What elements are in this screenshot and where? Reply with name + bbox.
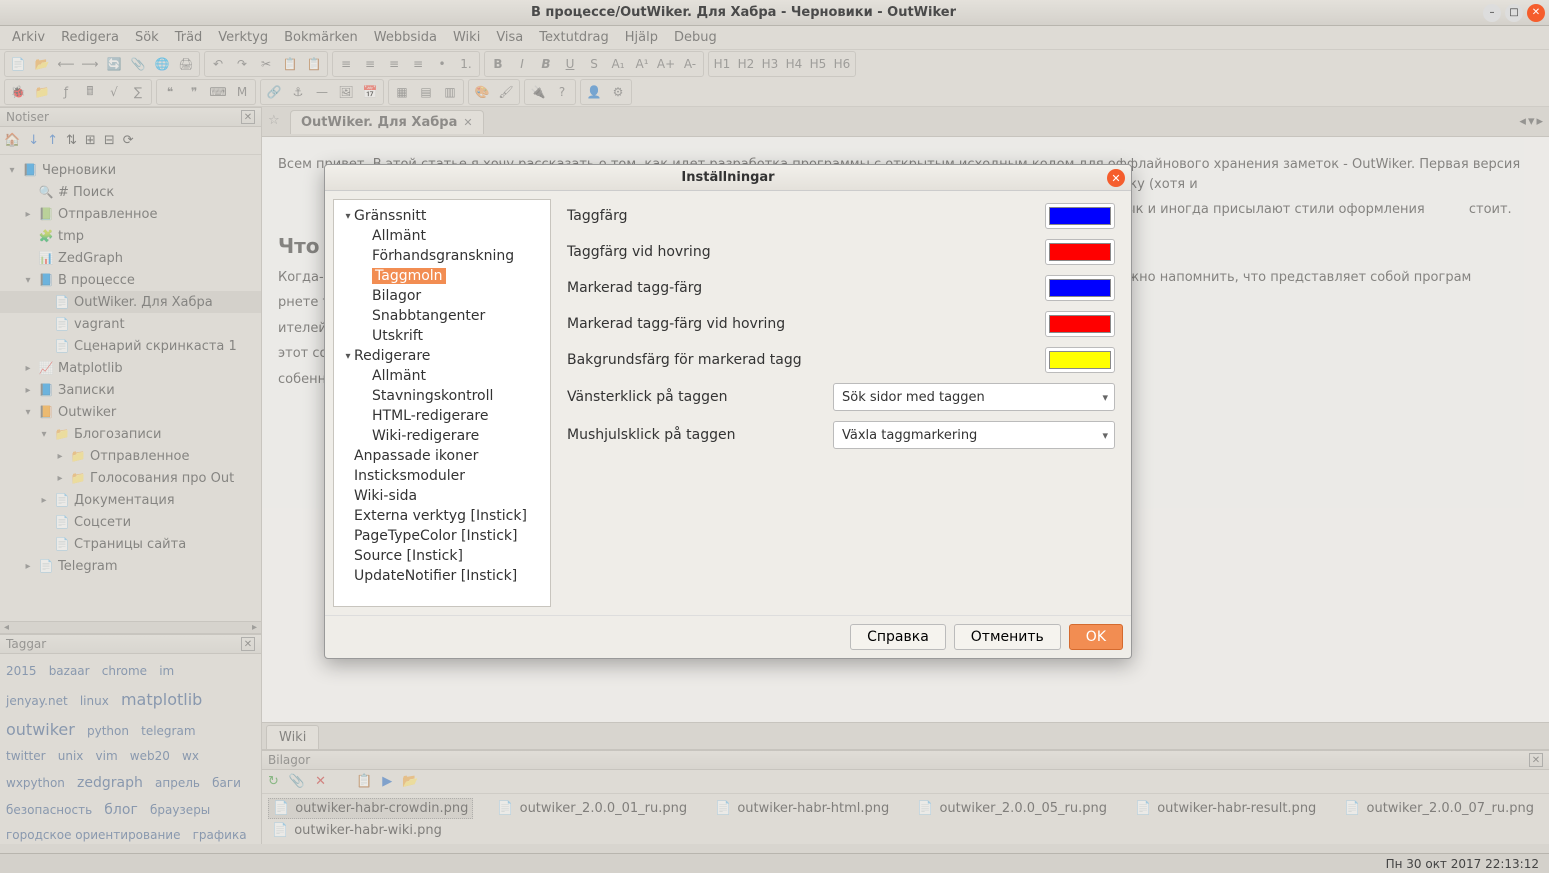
settings-dialog: Inställningar ✕ ▾GränssnittAllmäntFörhan…	[324, 164, 1132, 659]
settings-tree-item[interactable]: Förhandsgranskning	[338, 246, 546, 266]
settings-tree-item[interactable]: Snabbtangenter	[338, 306, 546, 326]
settings-tree-item[interactable]: ▾Redigerare	[338, 346, 546, 366]
color-tagcolor[interactable]	[1045, 203, 1115, 229]
cancel-button[interactable]: Отменить	[954, 624, 1061, 650]
settings-tree-item[interactable]: Source [Instick]	[338, 546, 546, 566]
dialog-close-icon[interactable]: ✕	[1107, 169, 1125, 187]
color-selhover[interactable]	[1045, 311, 1115, 337]
settings-tree-item[interactable]: Allmänt	[338, 366, 546, 386]
settings-tree-item[interactable]: ▾Gränssnitt	[338, 206, 546, 226]
settings-form: Taggfärg Taggfärg vid hovring Markerad t…	[559, 199, 1123, 607]
label-taghover: Taggfärg vid hovring	[567, 244, 1045, 260]
color-taghover[interactable]	[1045, 239, 1115, 265]
label-bgsel: Bakgrundsfärg för markerad tagg	[567, 352, 1045, 368]
ok-button[interactable]: OK	[1069, 624, 1123, 650]
color-bgsel[interactable]	[1045, 347, 1115, 373]
help-button[interactable]: Справка	[850, 624, 946, 650]
settings-tree-item[interactable]: Wiki-sida	[338, 486, 546, 506]
settings-tree-item[interactable]: Externa verktyg [Instick]	[338, 506, 546, 526]
settings-tree-item[interactable]: PageTypeColor [Instick]	[338, 526, 546, 546]
settings-tree-item[interactable]: Bilagor	[338, 286, 546, 306]
label-selhover: Markerad tagg-färg vid hovring	[567, 316, 1045, 332]
settings-tree-item[interactable]: Stavningskontroll	[338, 386, 546, 406]
settings-tree-item[interactable]: Taggmoln	[338, 266, 546, 286]
settings-tree-item[interactable]: Wiki-redigerare	[338, 426, 546, 446]
color-selcolor[interactable]	[1045, 275, 1115, 301]
settings-tree[interactable]: ▾GränssnittAllmäntFörhandsgranskningTagg…	[333, 199, 551, 607]
settings-tree-item[interactable]: Anpassade ikoner	[338, 446, 546, 466]
dialog-title: Inställningar	[681, 170, 774, 185]
settings-tree-item[interactable]: Insticksmoduler	[338, 466, 546, 486]
settings-tree-item[interactable]: HTML-redigerare	[338, 406, 546, 426]
settings-tree-item[interactable]: Utskrift	[338, 326, 546, 346]
combo-wheelclick[interactable]: Växla taggmarkering	[833, 421, 1115, 449]
label-leftclick: Vänsterklick på taggen	[567, 389, 833, 405]
settings-tree-item[interactable]: UpdateNotifier [Instick]	[338, 566, 546, 586]
settings-tree-item[interactable]: Allmänt	[338, 226, 546, 246]
label-wheelclick: Mushjulsklick på taggen	[567, 427, 833, 443]
label-selcolor: Markerad tagg-färg	[567, 280, 1045, 296]
combo-leftclick[interactable]: Sök sidor med taggen	[833, 383, 1115, 411]
label-tagcolor: Taggfärg	[567, 208, 1045, 224]
dialog-titlebar: Inställningar ✕	[325, 165, 1131, 191]
